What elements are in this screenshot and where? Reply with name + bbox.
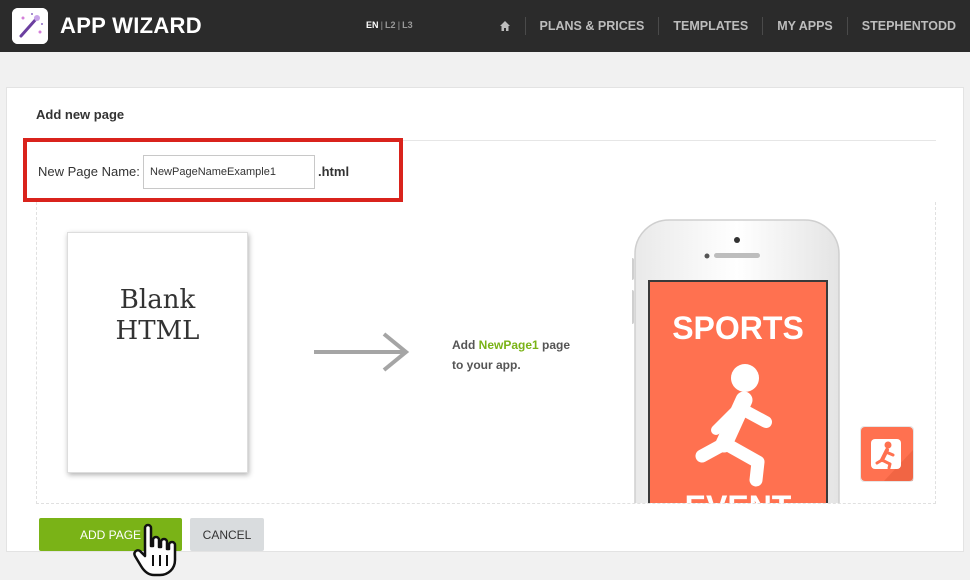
blank-card-label: Blank HTML bbox=[115, 285, 200, 346]
panel-title: Add new page bbox=[36, 107, 125, 122]
arrow-right-icon bbox=[314, 332, 410, 372]
add-text-prefix: Add bbox=[452, 338, 479, 352]
page-name-input[interactable] bbox=[143, 155, 315, 189]
language-switcher: EN | L2 | L3 bbox=[366, 20, 413, 30]
home-icon bbox=[499, 21, 510, 31]
page-name-label: New Page Name: bbox=[38, 164, 140, 179]
language-en[interactable]: EN bbox=[366, 20, 379, 30]
phone-screen-title: SPORTS bbox=[672, 310, 804, 346]
brand-title[interactable]: APP WIZARD bbox=[60, 13, 202, 39]
nav-my-apps[interactable]: MY APPS bbox=[762, 17, 847, 35]
hand-pointer-icon bbox=[133, 523, 177, 577]
page-name-highlight: New Page Name: .html bbox=[23, 138, 403, 202]
add-page-description: Add NewPage1 page to your app. bbox=[452, 335, 582, 375]
new-page-name-highlight: NewPage1 bbox=[478, 338, 539, 352]
language-separator: | bbox=[380, 20, 384, 30]
add-page-panel: Add new page New Page Name: .html Blank … bbox=[6, 87, 964, 552]
language-l3[interactable]: L3 bbox=[402, 20, 413, 30]
phone-preview: SPORTS EVENT bbox=[632, 219, 840, 504]
language-separator: | bbox=[397, 20, 401, 30]
blank-html-template-card[interactable]: Blank HTML bbox=[67, 232, 248, 473]
cancel-button[interactable]: CANCEL bbox=[190, 518, 264, 551]
app-icon-preview bbox=[860, 426, 914, 482]
nav-plans-prices[interactable]: PLANS & PRICES bbox=[524, 17, 659, 35]
nav-home[interactable] bbox=[499, 17, 525, 35]
magic-wand-icon[interactable] bbox=[12, 8, 48, 44]
top-bar: APP WIZARD EN | L2 | L3 PLANS & PRICES TEMPL… bbox=[0, 0, 970, 52]
page-preview-area: Blank HTML Add NewPage1 page to your app… bbox=[36, 202, 936, 504]
nav-user-account[interactable]: STEPHENTODD bbox=[846, 17, 970, 35]
page-name-extension: .html bbox=[318, 164, 350, 179]
language-l2[interactable]: L2 bbox=[385, 20, 396, 30]
phone-screen-subtitle: EVENT bbox=[685, 489, 792, 504]
main-nav: PLANS & PRICES TEMPLATES MY APPS STEPHEN… bbox=[499, 0, 970, 52]
nav-templates[interactable]: TEMPLATES bbox=[658, 17, 762, 35]
